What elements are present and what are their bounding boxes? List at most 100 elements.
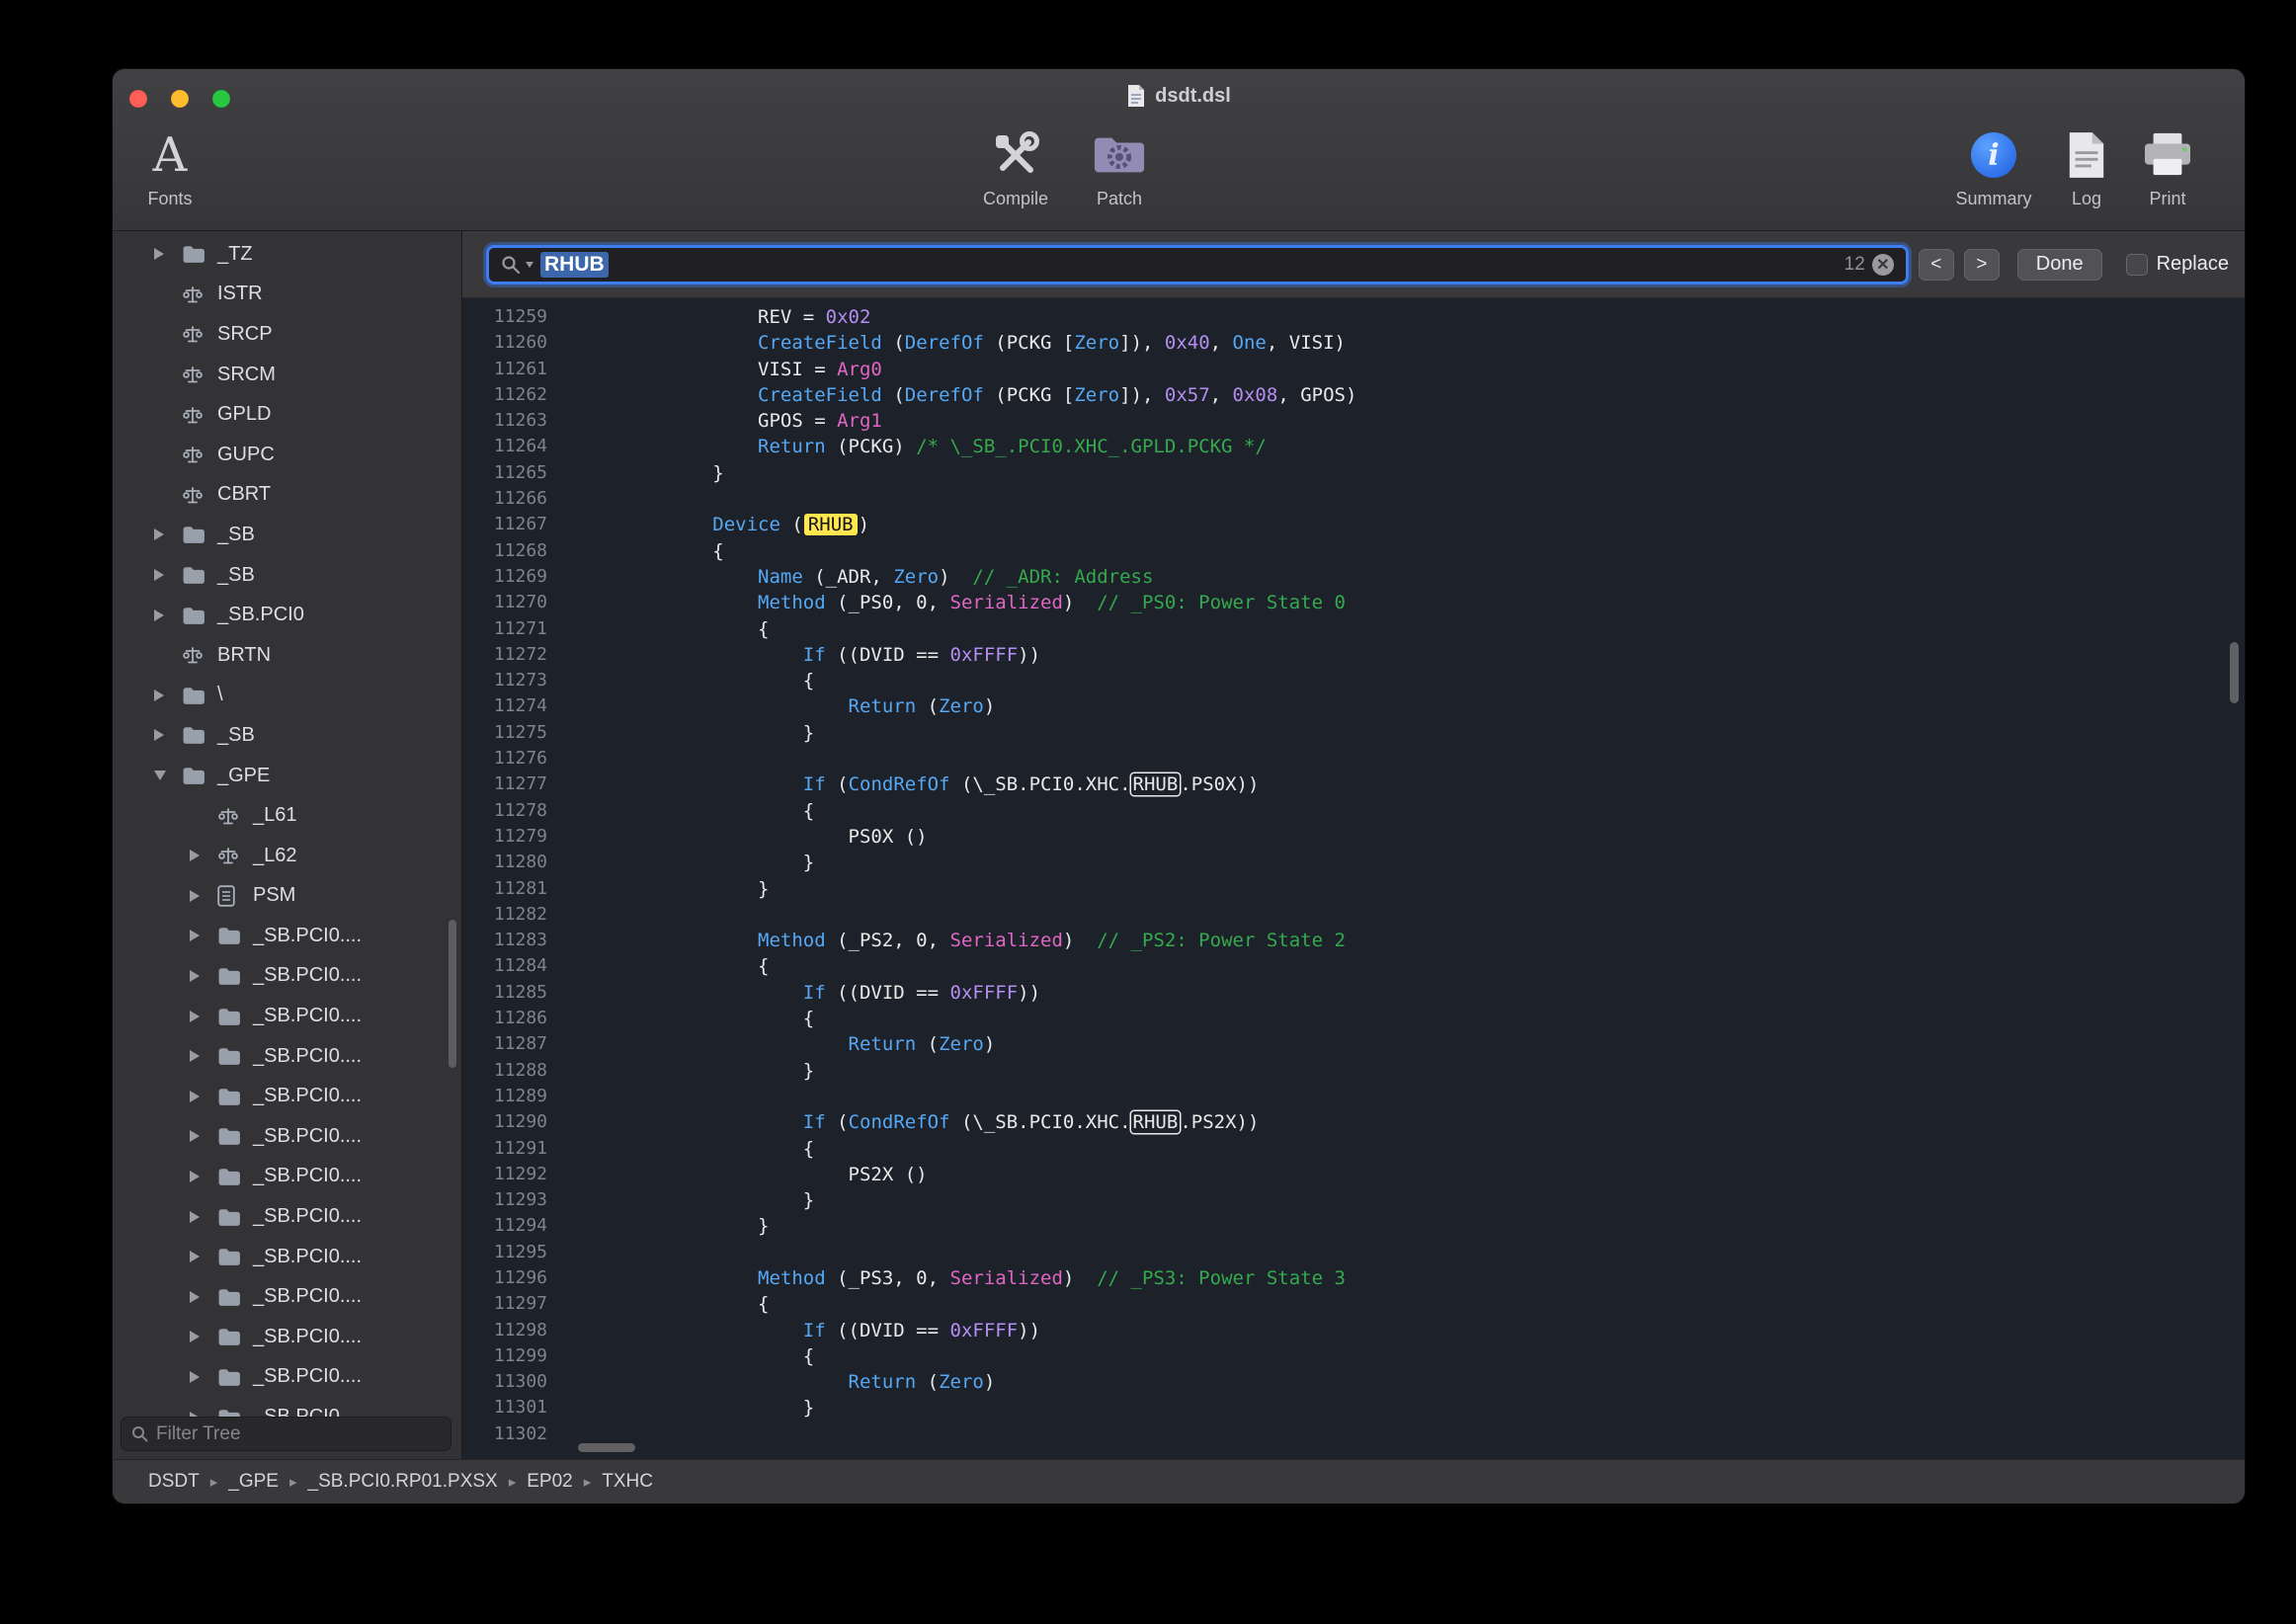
breadcrumb-item[interactable]: _GPE — [228, 1471, 279, 1493]
disclosure-triangle-icon[interactable] — [154, 569, 164, 581]
tree-item[interactable]: BRTN — [113, 635, 461, 676]
tree-item[interactable]: _SB.PCI0.... — [113, 916, 461, 956]
sidebar-scrollbar-thumb[interactable] — [449, 920, 456, 1068]
disclosure-triangle-icon[interactable] — [190, 1251, 200, 1262]
code-text: GPOS = Arg1 — [561, 408, 882, 434]
tree-item[interactable]: _SB.PCI0.... — [113, 1196, 461, 1237]
zoom-window-button[interactable] — [212, 90, 230, 108]
sidebar-tree[interactable]: _TZISTRSRCPSRCMGPLDGUPCCBRT_SB_SB_SB.PCI… — [113, 234, 461, 1420]
vertical-scrollbar-thumb[interactable] — [2230, 642, 2239, 703]
code-text: PS2X () — [561, 1162, 928, 1187]
minimize-window-button[interactable] — [171, 90, 189, 108]
disclosure-triangle-icon[interactable] — [190, 1171, 200, 1182]
breadcrumb-item[interactable]: EP02 — [527, 1471, 572, 1493]
titlebar[interactable]: dsdt.dsl — [113, 69, 2245, 122]
clear-search-icon[interactable]: ✕ — [1872, 254, 1894, 276]
disclosure-triangle-icon[interactable] — [190, 1091, 200, 1102]
tree-item[interactable]: _SB.PCI0 — [113, 595, 461, 635]
tree-item[interactable]: _SB.PCI0.... — [113, 1036, 461, 1077]
find-search-field[interactable]: RHUB 12 ✕ — [486, 245, 1909, 284]
tree-item[interactable]: SRCP — [113, 314, 461, 355]
tree-item[interactable]: GPLD — [113, 394, 461, 435]
replace-checkbox[interactable] — [2126, 254, 2148, 276]
done-button[interactable]: Done — [2017, 249, 2102, 281]
replace-toggle[interactable]: Replace — [2126, 253, 2229, 276]
disclosure-triangle-icon[interactable] — [190, 1371, 200, 1383]
search-options-chevron-icon[interactable] — [526, 262, 533, 268]
disclosure-slot — [190, 1011, 217, 1022]
code-text: { — [561, 538, 724, 564]
disclosure-triangle-icon[interactable] — [154, 729, 164, 741]
disclosure-triangle-icon[interactable] — [154, 609, 164, 621]
summary-label: Summary — [1955, 189, 2031, 209]
disclosure-triangle-icon[interactable] — [154, 248, 164, 260]
summary-toolbar-button[interactable]: i Summary — [1944, 126, 2043, 209]
tree-item[interactable]: _L62 — [113, 836, 461, 876]
compile-toolbar-button[interactable]: Compile — [960, 126, 1071, 209]
disclosure-triangle-icon[interactable] — [190, 890, 200, 902]
tree-item[interactable]: _SB.PCI0.... — [113, 1076, 461, 1116]
search-match-current[interactable]: RHUB — [804, 514, 858, 535]
disclosure-triangle-icon[interactable] — [190, 970, 200, 982]
folder-icon — [217, 1087, 249, 1106]
horizontal-scrollbar-thumb[interactable] — [578, 1443, 635, 1452]
tree-item[interactable]: _SB.PCI0.... — [113, 1357, 461, 1398]
tree-item[interactable]: CBRT — [113, 475, 461, 516]
disclosure-triangle-icon[interactable] — [154, 690, 164, 701]
disclosure-triangle-icon[interactable] — [190, 1211, 200, 1223]
close-window-button[interactable] — [129, 90, 147, 108]
tree-item[interactable]: _GPE — [113, 756, 461, 796]
disclosure-triangle-icon[interactable] — [190, 1331, 200, 1342]
disclosure-triangle-icon[interactable] — [190, 930, 200, 941]
tree-item[interactable]: \ — [113, 676, 461, 716]
line-number: 11274 — [462, 693, 561, 719]
tree-item[interactable]: _SB.PCI0.... — [113, 1157, 461, 1197]
tree-item[interactable]: _SB.PCI0.... — [113, 1276, 461, 1317]
tree-item[interactable]: _SB.PCI0.... — [113, 956, 461, 997]
disclosure-triangle-icon[interactable] — [190, 1011, 200, 1022]
print-toolbar-button[interactable]: Print — [2130, 126, 2205, 209]
tree-item[interactable]: GUPC — [113, 435, 461, 475]
tree-item[interactable]: _SB.PCI0.... — [113, 1237, 461, 1277]
code-editor[interactable]: 11259 REV = 0x0211260 CreateField (Deref… — [462, 298, 2245, 1459]
tree-item[interactable]: PSM — [113, 876, 461, 917]
tree-item[interactable]: _SB.PCI0.... — [113, 996, 461, 1036]
tree-item[interactable]: _TZ — [113, 234, 461, 275]
disclosure-triangle-icon[interactable] — [190, 1130, 200, 1142]
disclosure-triangle-icon[interactable] — [190, 850, 200, 861]
line-number: 11260 — [462, 330, 561, 356]
disclosure-slot — [190, 1050, 217, 1062]
filter-tree-input[interactable]: Filter Tree — [121, 1417, 451, 1451]
tree-item[interactable]: _L61 — [113, 795, 461, 836]
breadcrumb-item[interactable]: _SB.PCI0.RP01.PXSX — [308, 1471, 498, 1493]
search-query-text[interactable]: RHUB — [540, 252, 609, 278]
find-previous-button[interactable]: < — [1919, 249, 1954, 281]
tree-item-label: _GPE — [217, 765, 270, 787]
breadcrumb-item[interactable]: DSDT — [148, 1471, 200, 1493]
breadcrumb-item[interactable]: TXHC — [602, 1471, 653, 1493]
tree-item[interactable]: _SB — [113, 555, 461, 596]
find-next-button[interactable]: > — [1964, 249, 2000, 281]
search-icon — [501, 255, 521, 275]
tree-item[interactable]: _SB — [113, 715, 461, 756]
log-toolbar-button[interactable]: Log — [2049, 126, 2124, 209]
search-match[interactable]: RHUB — [1131, 773, 1181, 795]
disclosure-triangle-icon[interactable] — [190, 1291, 200, 1303]
fonts-toolbar-button[interactable]: A Fonts — [123, 126, 217, 209]
line-number: 11291 — [462, 1136, 561, 1162]
search-match[interactable]: RHUB — [1131, 1111, 1181, 1133]
patch-toolbar-button[interactable]: Patch — [1073, 126, 1166, 209]
tree-item-label: GUPC — [217, 444, 275, 466]
tree-item[interactable]: _SB — [113, 515, 461, 555]
disclosure-triangle-icon[interactable] — [154, 528, 164, 540]
tree-item[interactable]: SRCM — [113, 355, 461, 395]
tree-item[interactable]: _SB.PCI0.... — [113, 1116, 461, 1157]
disclosure-triangle-icon[interactable] — [190, 1050, 200, 1062]
tree-item[interactable]: ISTR — [113, 275, 461, 315]
disclosure-triangle-icon[interactable] — [154, 771, 166, 780]
line-number: 11295 — [462, 1240, 561, 1265]
tree-item[interactable]: _SB.PCI0.... — [113, 1317, 461, 1357]
code-line: 11276 — [462, 746, 2245, 771]
window-chrome: dsdt.dsl A Fonts — [113, 69, 2245, 231]
breadcrumb-separator-icon: ▸ — [509, 1473, 517, 1491]
